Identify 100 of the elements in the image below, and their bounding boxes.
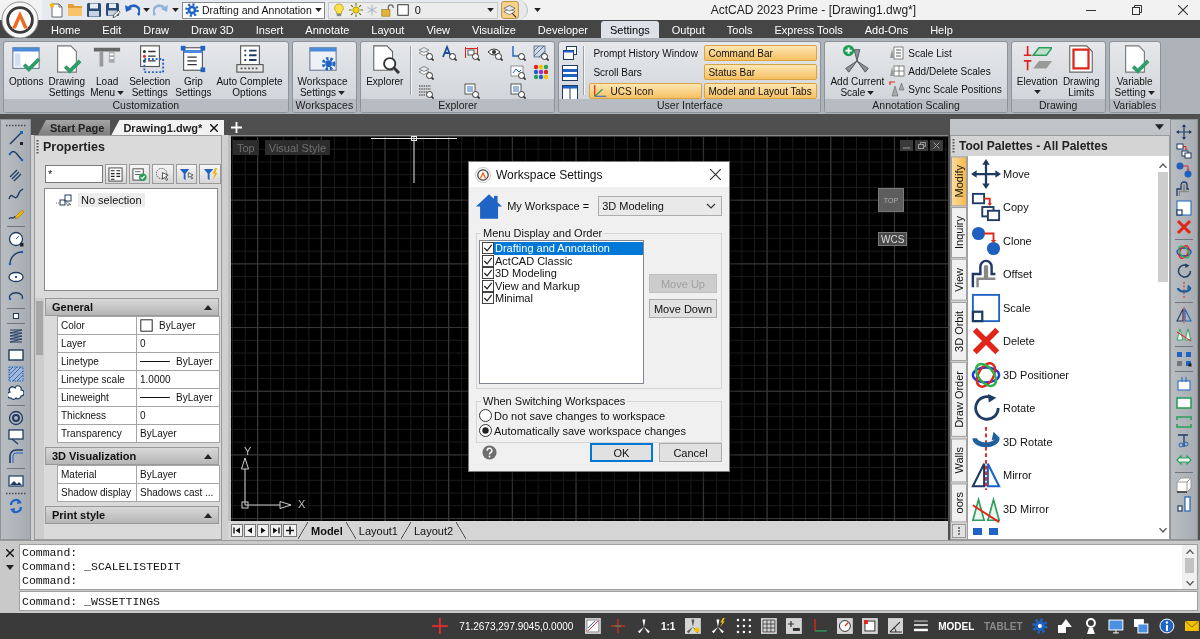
ribbon-button[interactable]: Auto Complete Options [214, 43, 285, 98]
ribbon-tab[interactable]: View [417, 21, 460, 38]
checkbox[interactable] [482, 267, 494, 280]
horizontal-bars-icon[interactable] [562, 65, 579, 81]
annotation-scale[interactable]: 1:1 [660, 620, 676, 632]
close-icon[interactable] [210, 123, 219, 132]
sheet-tab[interactable]: Model [309, 522, 345, 539]
palette-tab[interactable]: View [951, 259, 967, 302]
ribbon-button[interactable]: Variable Setting [1112, 43, 1157, 98]
property-value[interactable]: Shadows cast ... [136, 483, 220, 502]
ellipse-icon[interactable] [7, 269, 24, 285]
radio-button[interactable] [479, 424, 492, 437]
toggle-button[interactable]: Scroll Bars [589, 64, 703, 80]
palette-tool[interactable]: Move [968, 157, 1156, 191]
close-icon[interactable] [1178, 5, 1188, 15]
ribbon-tab[interactable]: Annotate [296, 21, 359, 38]
stepped-outline-icon[interactable] [1176, 181, 1192, 197]
squares-arrow-icon[interactable] [1176, 143, 1192, 159]
nested-squares-icon[interactable] [1176, 200, 1192, 216]
grip-dots-icon[interactable] [36, 140, 39, 154]
palette-tool[interactable]: 3D Positioner [968, 358, 1156, 392]
squares-grid-icon[interactable] [1176, 351, 1192, 367]
caret-icon[interactable] [143, 8, 150, 12]
dots-arrow-icon[interactable] [1176, 162, 1192, 178]
triangles-slash-icon[interactable] [1176, 326, 1192, 342]
layer-dropdown[interactable]: 0 [327, 1, 498, 19]
first-icon[interactable] [231, 524, 243, 537]
image-icon[interactable] [7, 473, 24, 489]
frame-search-icon[interactable] [464, 45, 481, 61]
angle-icon[interactable] [887, 617, 904, 635]
dot-grid-icon[interactable] [735, 617, 752, 635]
rectangle-icon[interactable] [7, 347, 24, 363]
palette-tab[interactable]: Walls [951, 437, 967, 483]
close-icon[interactable] [5, 549, 14, 557]
scroll-thumb[interactable] [36, 301, 43, 355]
ribbon-tab[interactable]: Draw [134, 21, 178, 38]
ribbon-button[interactable]: Add/Delete Scales [887, 62, 1004, 80]
block-search-icon[interactable] [510, 83, 527, 99]
last-icon[interactable] [270, 524, 282, 537]
shapes-icon[interactable] [1057, 617, 1074, 635]
ribbon-button[interactable]: Drawing Settings [46, 43, 88, 98]
sheet-tab[interactable]: Layout2 [411, 522, 456, 539]
filter-field[interactable]: * [45, 165, 103, 183]
square-corner-icon[interactable] [862, 617, 879, 635]
layers-search-icon[interactable] [418, 45, 435, 61]
rings-icon[interactable] [1176, 244, 1192, 260]
caret-icon[interactable] [1155, 124, 1164, 130]
palette-tool[interactable]: Mirror [968, 458, 1156, 492]
info-icon[interactable] [1158, 617, 1175, 635]
palette-tool[interactable]: Delete [968, 324, 1156, 358]
ribbon-button[interactable]: Scale List [887, 44, 1004, 62]
ribbon-tab[interactable]: Visualize [463, 21, 525, 38]
ribbon-tab[interactable]: Home [42, 21, 90, 38]
curved-arrow-axis-icon[interactable] [1176, 282, 1192, 298]
toggle-button[interactable]: Command Bar [704, 45, 818, 61]
section-header[interactable]: Print style [45, 506, 219, 524]
zigzag-icon[interactable] [7, 328, 24, 344]
palette-tool[interactable]: 3D Mirror [968, 492, 1156, 526]
tri-blade-icon[interactable] [684, 617, 701, 635]
plus-icon[interactable] [283, 524, 297, 537]
monitor-icon[interactable] [1108, 617, 1124, 635]
lines-search-icon[interactable] [418, 83, 435, 99]
property-value[interactable]: ByLayer [136, 424, 220, 443]
mirrored-triangles-icon[interactable] [1176, 307, 1192, 323]
ribbon-button[interactable]: Sync Scale Positions [887, 80, 1004, 98]
grip-dots-icon[interactable] [5, 124, 26, 127]
checkbox[interactable] [482, 279, 494, 292]
ucs-menu-button[interactable]: WCS [878, 232, 908, 246]
list-item[interactable]: View and Markup [494, 279, 643, 292]
ribbon-button[interactable]: Selection Settings [127, 43, 173, 98]
cross-icon[interactable] [432, 617, 448, 635]
save-icon[interactable] [86, 2, 102, 18]
restore-icon[interactable] [1132, 5, 1142, 15]
ring-icon[interactable] [7, 410, 24, 426]
rounded-corner-icon[interactable] [7, 448, 24, 464]
previous-icon[interactable] [244, 524, 256, 537]
toggle-button[interactable]: UCS Icon [589, 83, 703, 99]
dialog-button[interactable]: OK [590, 443, 653, 462]
line-icon[interactable] [7, 130, 24, 146]
close-icon[interactable] [710, 169, 721, 180]
list-item[interactable]: Drafting and Annotation [494, 242, 643, 255]
save-as-icon[interactable] [105, 2, 121, 18]
checkbox[interactable] [482, 242, 494, 255]
scroll-up-icon[interactable] [1158, 163, 1167, 168]
dialog-button[interactable]: Cancel [659, 443, 722, 462]
palette-tool[interactable]: Clone [968, 224, 1156, 258]
workspace-dropdown[interactable]: Drafting and Annotation [182, 1, 325, 19]
gear-icon[interactable] [1032, 617, 1048, 635]
toggle-button[interactable]: Status Bar [704, 64, 818, 80]
arc-icon[interactable] [7, 250, 24, 266]
scissors-icon[interactable] [1176, 433, 1192, 449]
grip-dots-icon[interactable] [5, 492, 26, 495]
rectangle-prongs-icon[interactable] [1176, 376, 1192, 392]
rectangles-icon[interactable] [1176, 496, 1192, 512]
ribbon-button[interactable]: Workspace Settings [295, 43, 350, 98]
cross-marker-icon[interactable] [610, 617, 627, 635]
ribbon-tab[interactable]: Draw 3D [182, 21, 243, 38]
double-arrow-icon[interactable] [1176, 452, 1192, 468]
eye-search-icon[interactable] [487, 45, 504, 61]
more-dots-icon[interactable] [952, 523, 966, 538]
